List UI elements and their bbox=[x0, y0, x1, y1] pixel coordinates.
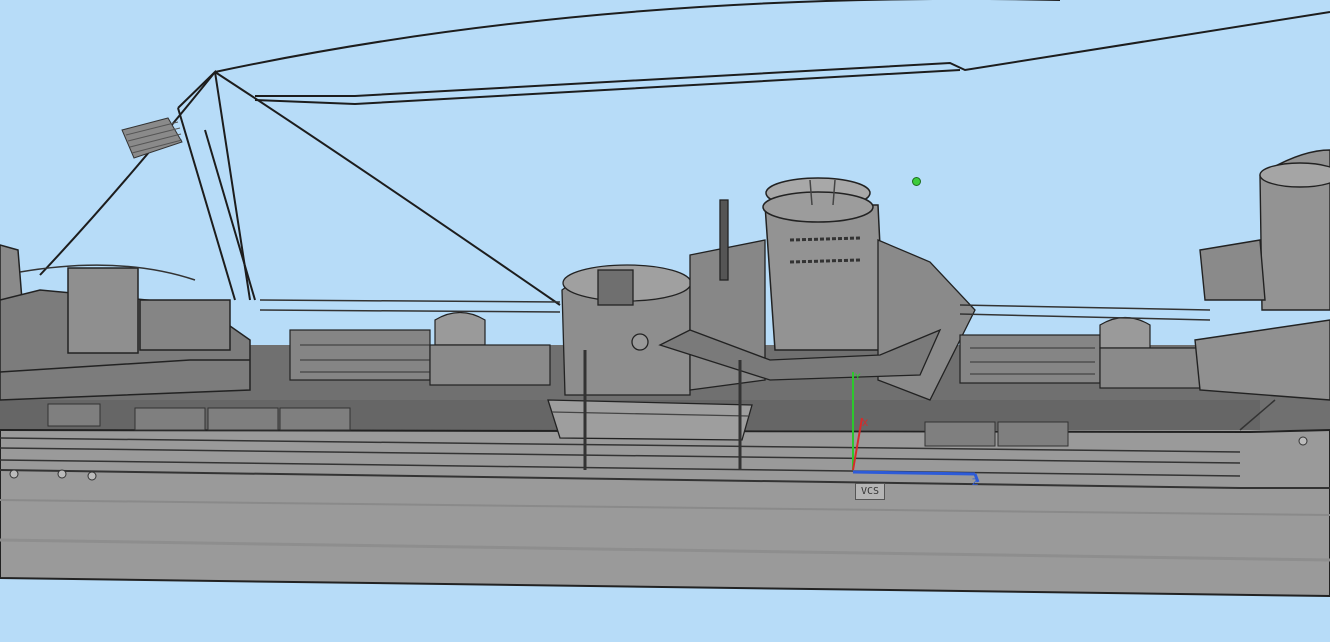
3d-viewport[interactable]: Y X Z VCS bbox=[0, 0, 1330, 642]
funnel bbox=[762, 177, 886, 351]
z-axis-label: Z bbox=[972, 478, 978, 488]
torpedo-mount-forward bbox=[289, 311, 551, 386]
rigging-wires bbox=[39, 0, 1330, 306]
vcs-label: VCS bbox=[855, 483, 885, 500]
hull bbox=[0, 427, 1330, 598]
aft-gun-tub bbox=[561, 264, 692, 396]
ship-model[interactable]: Y X Z bbox=[0, 0, 1330, 642]
torpedo-mount-aft bbox=[959, 316, 1201, 389]
z-axis bbox=[852, 470, 976, 476]
pivot-point-marker[interactable] bbox=[912, 177, 921, 186]
forward-superstructure bbox=[0, 244, 251, 401]
aft-superstructure bbox=[1194, 149, 1330, 401]
x-axis-label: X bbox=[862, 419, 868, 429]
y-axis-label: Y bbox=[854, 373, 861, 383]
